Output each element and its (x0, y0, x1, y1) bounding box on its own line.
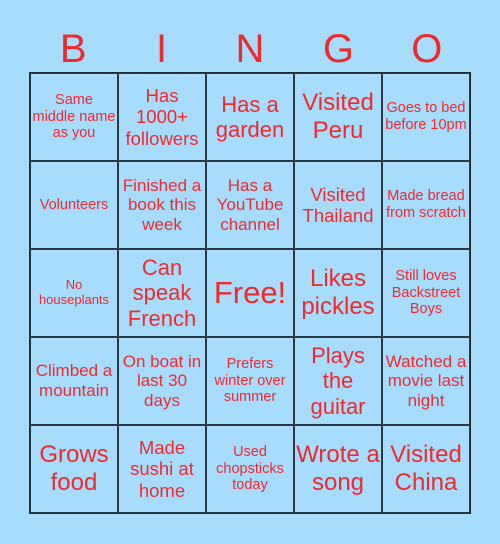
header-letter-b: B (59, 27, 87, 71)
bingo-cell[interactable]: Prefers winter over summer (206, 337, 294, 425)
bingo-cell[interactable]: Still loves Backstreet Boys (382, 249, 470, 337)
bingo-cell[interactable]: On boat in last 30 days (118, 337, 206, 425)
header-letter-g: G (322, 27, 354, 71)
bingo-cell[interactable]: Has 1000+ followers (118, 73, 206, 161)
bingo-board: Same middle name as you Has 1000+ follow… (29, 72, 471, 514)
bingo-cell[interactable]: Made sushi at home (118, 425, 206, 513)
bingo-cell[interactable]: Goes to bed before 10pm (382, 73, 470, 161)
bingo-cell[interactable]: Same middle name as you (30, 73, 118, 161)
bingo-cell[interactable]: Visited China (382, 425, 470, 513)
bingo-cell[interactable]: Climbed a mountain (30, 337, 118, 425)
bingo-cell[interactable]: Plays the guitar (294, 337, 382, 425)
bingo-cell[interactable]: Can speak French (118, 249, 206, 337)
bingo-header: B I N G O (29, 26, 471, 72)
bingo-cell[interactable]: Finished a book this week (118, 161, 206, 249)
bingo-cell[interactable]: Visited Peru (294, 73, 382, 161)
header-letter-o: O (411, 27, 443, 71)
bingo-cell[interactable]: Has a garden (206, 73, 294, 161)
bingo-cell[interactable]: Likes pickles (294, 249, 382, 337)
bingo-cell[interactable]: Volunteers (30, 161, 118, 249)
free-space-cell[interactable]: Free! (206, 249, 294, 337)
bingo-cell[interactable]: Made bread from scratch (382, 161, 470, 249)
bingo-cell[interactable]: Used chopsticks today (206, 425, 294, 513)
bingo-cell[interactable]: Visited Thailand (294, 161, 382, 249)
header-letter-n: N (235, 27, 265, 71)
header-letter-i: I (156, 27, 168, 71)
bingo-cell[interactable]: Watched a movie last night (382, 337, 470, 425)
bingo-cell[interactable]: Grows food (30, 425, 118, 513)
bingo-cell[interactable]: No houseplants (30, 249, 118, 337)
bingo-cell[interactable]: Has a YouTube channel (206, 161, 294, 249)
bingo-cell[interactable]: Wrote a song (294, 425, 382, 513)
